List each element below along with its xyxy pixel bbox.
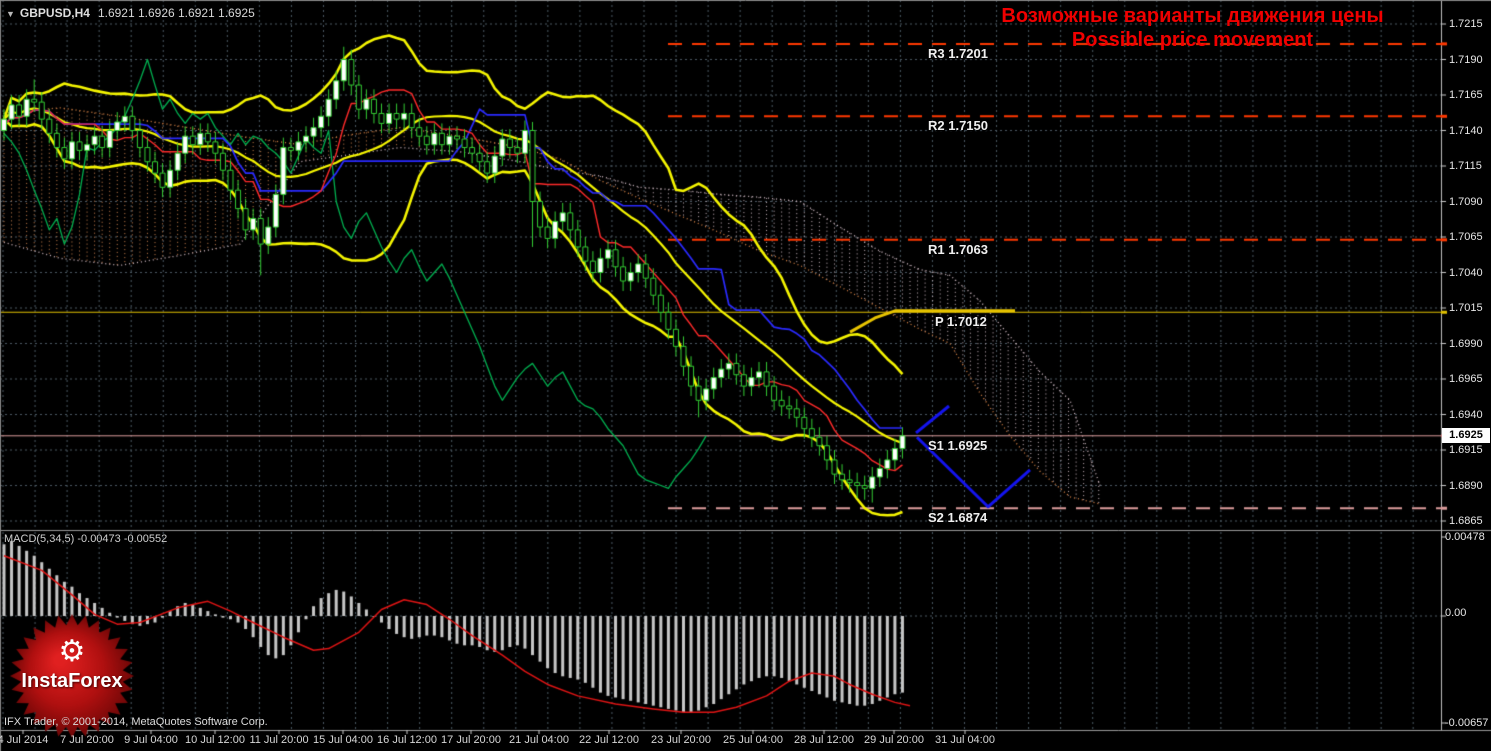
mt4-chart-window: ▼ GBPUSD,H4 1.6921 1.6926 1.6921 1.6925 Во… [0,0,1491,751]
ohlc-quotes-label: 1.6921 1.6926 1.6921 1.6925 [97,6,255,20]
price-axis[interactable] [1441,0,1491,730]
chevron-down-icon: ▼ [6,9,15,19]
time-axis[interactable] [0,730,1441,751]
symbol-period-label: GBPUSD,H4 [19,6,90,20]
chart-canvas[interactable] [0,0,1491,751]
symbol-dropdown[interactable]: ▼ GBPUSD,H4 1.6921 1.6926 1.6921 1.6925 [6,6,255,20]
